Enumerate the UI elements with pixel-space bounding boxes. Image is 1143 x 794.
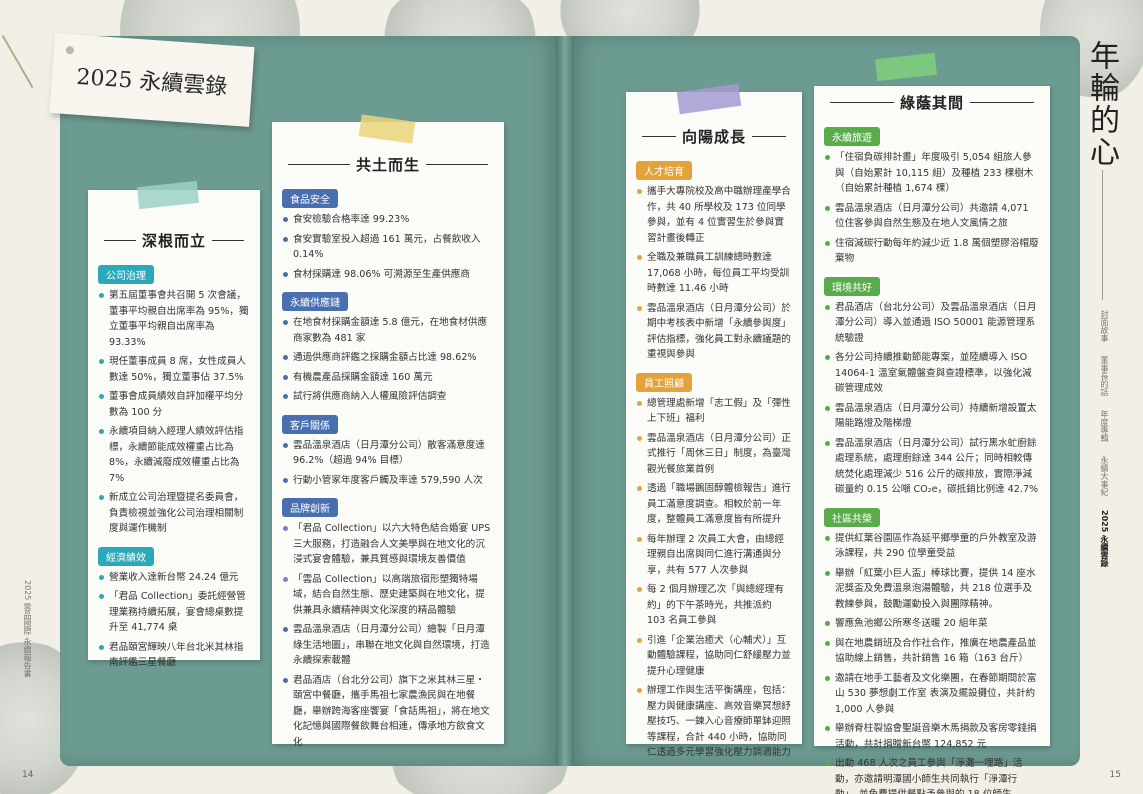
list-item: 雲品溫泉酒店（日月潭分公司）共邀請 4,071 位住客參與自然生態及在地人文風情… — [824, 201, 1040, 232]
list-item: 各分公司持續推動節能專案，並陸續導入 ISO 14064-1 溫室氣體盤查與查證… — [824, 350, 1040, 397]
side-nav-item[interactable]: 董事長的話 — [1099, 356, 1110, 396]
bullet-list: 君品酒店（台北分公司）及雲品溫泉酒店（日月潭分公司）導入並通過 ISO 5000… — [824, 300, 1040, 498]
section-badge: 永續供應鏈 — [280, 290, 350, 313]
section-badge: 環境共好 — [822, 274, 882, 298]
section-badge: 品牌創新 — [280, 496, 340, 519]
card-title: 共土而生 — [282, 154, 494, 175]
list-item: 邀請在地手工藝者及文化樂團，在春節期間於富山 530 夢想劇工作室 表演及擺設攤… — [824, 671, 1040, 718]
page-title: 2025 永續雲錄 — [75, 64, 228, 101]
list-item: 透過「職場鵝固醇體檢報告」進行員工滿意度調查。相較於前一年度，整體員工滿意度皆有… — [636, 481, 792, 528]
notebook-spine — [556, 36, 574, 766]
list-item: 「君品 Collection」以六大特色結合婚宴 UPS 三大服務，打造融合人文… — [282, 521, 494, 568]
brand-logo: 年輪的心 — [1084, 40, 1119, 168]
list-item: 每年辦理 2 次員工大會，由總經理親自出席與同仁進行溝通與分享，共有 577 人… — [636, 532, 792, 579]
side-nav-item[interactable]: 年度專輯 — [1099, 410, 1110, 442]
bullet-list: 「君品 Collection」以六大特色結合婚宴 UPS 三大服務，打造融合人文… — [282, 521, 494, 750]
list-item: 提供紅葉谷園區作為延平鄉學童的戶外教室及游泳課程，共 290 位學童受益 — [824, 531, 1040, 562]
list-item: 永續項目納入經理人績效評估指標，永續節能成效權重占比為 8%，永續減廢成效權重占… — [98, 424, 250, 486]
section-badge: 公司治理 — [96, 263, 156, 286]
right-page-number: 15 — [1109, 770, 1121, 780]
list-item: 試行將供應商納入人權風險評估調查 — [282, 389, 494, 405]
list-item: 行動小管家年度客戶觸及率達 579,590 人次 — [282, 473, 494, 489]
list-item: 雲品溫泉酒店（日月潭分公司）散客滿意度達 96.2%（超過 94% 目標） — [282, 438, 494, 469]
list-item: 舉辦脊柱裂協會聖誕音樂木馬捐款及客房零錢捐活動，共計捐贈新台幣 124,852 … — [824, 721, 1040, 752]
list-item: 食材採購達 98.06% 可溯源至生產供應商 — [282, 267, 494, 283]
card-deep-roots: 深根而立 公司治理 第五屆董事會共召開 5 次會議，董事平均親自出席率為 95%，… — [88, 180, 260, 668]
section-badge: 客戶關係 — [280, 412, 340, 436]
list-item: 「君品 Collection」委託經營管理業務持續拓展，宴會總桌數提升至 41,… — [98, 589, 250, 636]
title-tag: 2025 永續雲錄 — [49, 33, 255, 127]
side-nav-item[interactable]: 2025 永續雲錄 — [1099, 510, 1110, 567]
bullet-list: 提供紅葉谷園區作為延平鄉學童的戶外教室及游泳課程，共 290 位學童受益舉辦「紅… — [824, 531, 1040, 794]
list-item: 新成立公司治理暨提名委員會，負責檢視並強化公司治理相關制度與運作機制 — [98, 490, 250, 537]
left-side-text: 2025 雲品國際 永續報告書 — [23, 580, 32, 678]
section-badge: 社區共榮 — [822, 505, 882, 529]
list-item: 現任董事成員 8 席，女性成員人數達 50%，獨立董事佔 37.5% — [98, 354, 250, 385]
list-item: 雲品溫泉酒店（日月潭分公司）試行黑水虻廚餘處理系統，處理廚餘達 344 公斤；同… — [824, 436, 1040, 498]
card-title: 深根而立 — [98, 230, 250, 251]
section-badge: 員工照顧 — [634, 370, 694, 394]
list-item: 攜手大專院校及高中職辦理產學合作，共 40 所學校及 173 位同學參與，並有 … — [636, 184, 792, 246]
list-item: 食安實驗室投入超過 161 萬元，占餐飲收入 0.14% — [282, 232, 494, 263]
section-badge: 人才培育 — [634, 159, 694, 182]
list-item: 引進「企業治癒犬（心輔犬）」互動體驗課程，協助同仁舒緩壓力並提升心理健康 — [636, 633, 792, 680]
bullet-list: 食安檢驗合格率達 99.23% 食安實驗室投入超過 161 萬元，占餐飲收入 0.… — [282, 212, 494, 282]
bullet-list: 攜手大專院校及高中職辦理產學合作，共 40 所學校及 173 位同學參與，並有 … — [636, 184, 792, 363]
list-item: 通過供應商評鑑之採購金額占比達 98.62% — [282, 350, 494, 366]
list-item: 君品酒店（台北分公司）旗下之米其林三星・頤宮中餐廳，攜手馬祖七家農漁民與在地餐廳… — [282, 673, 494, 751]
list-item: 君品頤宮輝映八年台北米其林指南評鑑三星餐廳 — [98, 640, 250, 671]
list-item: 「雲品 Collection」以高端旅宿形塑獨特場域，結合自然生態、歷史建築與在… — [282, 572, 494, 619]
list-item: 出動 468 人次之員工參與「淨灘一哩路」活動，亦邀請明潭國小師生共同執行「淨潭… — [824, 756, 1040, 794]
list-item: 雲品溫泉酒店（日月潭分公司）於期中考核表中新增「永續參與度」評估指標，強化員工對… — [636, 301, 792, 363]
list-item: 第五屆董事會共召開 5 次會議，董事平均親自出席率為 95%，獨立董事平均親自出… — [98, 288, 250, 350]
bullet-list: 雲品溫泉酒店（日月潭分公司）散客滿意度達 96.2%（超過 94% 目標） 行動小… — [282, 438, 494, 489]
card-sunward-growth: 向陽成長 人才培育 攜手大專院校及高中職辦理產學合作，共 40 所學校及 173 … — [626, 83, 802, 758]
bullet-list: 在地食材採購金額達 5.8 億元，在地食材供應商家數為 481 家通過供應商評鑑… — [282, 315, 494, 405]
left-page-number: 14 — [22, 770, 34, 780]
list-item: 雲品溫泉酒店（日月潭分公司）正式推行「周休三日」制度，為臺灣觀光餐旅業首例 — [636, 431, 792, 478]
side-nav-item[interactable]: 永續大事紀 — [1099, 456, 1110, 496]
list-item: 食安檢驗合格率達 99.23% — [282, 212, 494, 228]
list-item: 住宿減碳行動每年約減少近 1.8 萬個塑膠浴帽廢棄物 — [824, 236, 1040, 267]
side-divider — [1102, 170, 1103, 300]
list-item: 雲品溫泉酒店（日月潭分公司）持續新增設置太陽能路燈及階梯燈 — [824, 401, 1040, 432]
card-title: 向陽成長 — [636, 126, 792, 147]
list-item: 有機農產品採購金額達 160 萬元 — [282, 370, 494, 386]
list-item: 辦理工作與生活平衡講座，包括：壓力與健康講座、高效音樂冥想紓壓技巧、一鍊入心音療… — [636, 683, 792, 761]
side-nav-item[interactable]: 封面故事 — [1099, 310, 1110, 342]
list-item: 營業收入達新台幣 24.24 億元 — [98, 570, 250, 586]
list-item: 君品酒店（台北分公司）及雲品溫泉酒店（日月潭分公司）導入並通過 ISO 5000… — [824, 300, 1040, 347]
list-item: 雲品溫泉酒店（日月潭分公司）繪製「日月潭綠生活地圖」，串聯在地文化與自然環境，打… — [282, 622, 494, 669]
tape-decoration — [137, 180, 199, 210]
card-shared-growth: 共土而生 食品安全食安檢驗合格率達 99.23% 食安實驗室投入超過 161 萬元… — [272, 114, 504, 748]
list-item: 全職及兼職員工訓練總時數達 17,068 小時，每位員工平均受訓時數達 11.4… — [636, 250, 792, 297]
card-green-shade: 綠蔭其間 永續旅遊 「住宿負碳排計畫」年度吸引 5,054 組旅人參與（自始累計 … — [814, 52, 1050, 794]
section-badge: 永續旅遊 — [822, 125, 882, 148]
list-item: 每 2 個月辦理乙次「與總經理有約」的下午茶時光，共推派約 103 名員工參與 — [636, 582, 792, 629]
bullet-list: 「住宿負碳排計畫」年度吸引 5,054 組旅人參與（自始累計 10,115 組）… — [824, 150, 1040, 267]
bullet-list: 第五屆董事會共召開 5 次會議，董事平均親自出席率為 95%，獨立董事平均親自出… — [98, 288, 250, 537]
bullet-list: 總管理處新增「志工假」及「彈性上下班」福利雲品溫泉酒店（日月潭分公司）正式推行「… — [636, 396, 792, 761]
section-badge: 經濟績效 — [96, 544, 156, 568]
list-item: 「住宿負碳排計畫」年度吸引 5,054 組旅人參與（自始累計 10,115 組）… — [824, 150, 1040, 197]
bullet-list: 營業收入達新台幣 24.24 億元「君品 Collection」委託經營管理業務… — [98, 570, 250, 671]
section-badge: 食品安全 — [280, 187, 340, 210]
tag-hole — [65, 45, 75, 55]
list-item: 與在地農銷班及合作社合作，推廣在地農產品並協助線上銷售，共計銷售 16 箱（16… — [824, 636, 1040, 667]
list-item: 董事會成員績效自評加權平均分數為 100 分 — [98, 389, 250, 420]
list-item: 總管理處新增「志工假」及「彈性上下班」福利 — [636, 396, 792, 427]
list-item: 響應魚池鄉公所寒冬送暖 20 組年菜 — [824, 616, 1040, 632]
card-title: 綠蔭其間 — [824, 92, 1040, 113]
list-item: 舉辦「紅葉小巨人盃」棒球比賽，提供 14 座水泥獎盃及免費溫泉泡湯體驗，共 21… — [824, 566, 1040, 613]
list-item: 在地食材採購金額達 5.8 億元，在地食材供應商家數為 481 家 — [282, 315, 494, 346]
